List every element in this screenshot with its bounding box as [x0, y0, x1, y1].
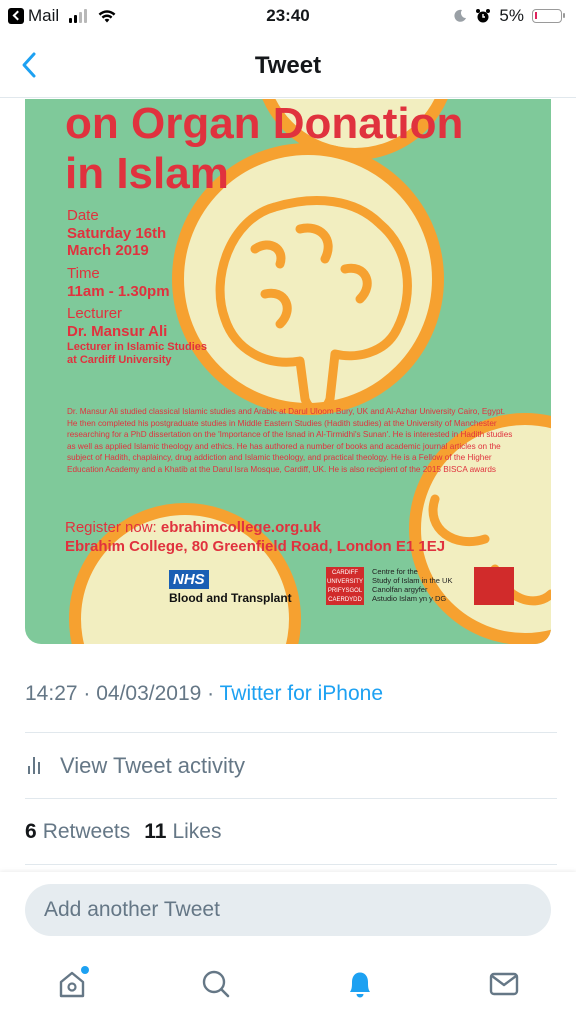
page-title: Tweet — [254, 52, 322, 79]
alarm-icon — [476, 9, 491, 23]
register-line: Register now: ebrahimcollege.org.uk — [65, 519, 321, 536]
retweets-count[interactable]: 6 — [25, 820, 37, 844]
nav-bar: Tweet — [0, 34, 576, 98]
register-prefix: Register now: — [65, 519, 161, 536]
poster-title-line-1: on Organ Donation — [65, 99, 464, 148]
engagement-counts: 6 Retweets 11 Likes — [25, 798, 557, 864]
date-value-1: Saturday 16th — [67, 225, 167, 242]
cardiff-centre-line-4: Astudio Islam yn y DG — [372, 594, 447, 603]
lecturer-role-1: Lecturer in Islamic Studies — [67, 341, 207, 353]
cardiff-logo-line-4: CAERDYDD — [328, 597, 362, 603]
cardiff-logo-line-3: PRIFYSGOL — [327, 588, 363, 594]
likes-count[interactable]: 11 — [144, 820, 166, 844]
cardiff-logo-line-2: UNIVERSITY — [326, 579, 363, 585]
nhs-subtitle: Blood and Transplant — [169, 591, 292, 605]
lecturer-name: Dr. Mansur Ali — [67, 323, 168, 340]
search-icon[interactable] — [196, 964, 236, 1004]
nhs-logo: NHS — [169, 570, 209, 589]
time-label: Time — [67, 265, 100, 282]
tab-bar — [0, 960, 576, 1008]
messages-icon[interactable] — [484, 964, 524, 1004]
poster-title: on Organ Donation in Islam — [65, 99, 463, 199]
battery-icon — [532, 9, 565, 23]
cardiff-centre-line-2: Study of Islam in the UK — [372, 576, 453, 585]
date-label: Date — [67, 207, 99, 224]
status-bar: Mail 23:40 5% — [0, 0, 576, 34]
bottom-panel: Add another Tweet — [0, 872, 576, 1024]
likes-label[interactable]: Likes — [172, 820, 221, 844]
poster-title-line-2: in Islam — [65, 149, 229, 198]
ebrahim-college-seal-logo — [474, 567, 514, 605]
timestamp-text: 14:27 · 04/03/2019 · — [25, 682, 220, 705]
moon-icon — [454, 9, 467, 22]
home-icon[interactable] — [52, 964, 92, 1004]
divider — [25, 864, 557, 865]
cardiff-logo-line-1: CARDIFF — [332, 570, 358, 576]
add-another-tweet-input[interactable]: Add another Tweet — [25, 884, 551, 936]
tweet-source-link[interactable]: Twitter for iPhone — [220, 682, 383, 705]
lecturer-bio: Dr. Mansur Ali studied classical Islamic… — [67, 407, 513, 474]
tweet-image[interactable]: on Organ Donation in Islam Date Saturday… — [25, 99, 551, 644]
cardiff-university-logo: CARDIFF UNIVERSITY PRIFYSGOL CAERDYDD — [326, 567, 364, 605]
view-tweet-activity-button[interactable]: View Tweet activity — [25, 732, 557, 798]
notifications-icon[interactable] — [340, 964, 380, 1004]
activity-label: View Tweet activity — [60, 752, 246, 778]
analytics-icon — [28, 757, 46, 774]
retweets-label[interactable]: Retweets — [43, 820, 131, 844]
register-url: ebrahimcollege.org.uk — [160, 519, 321, 536]
cardiff-centre-line-3: Canolfan argyfer — [372, 585, 428, 594]
battery-percent: 5% — [499, 6, 524, 25]
date-value-2: March 2019 — [67, 242, 149, 259]
cardiff-centre-text: Centre for the Study of Islam in the UK … — [372, 567, 452, 603]
lecturer-role-2: at Cardiff University — [67, 354, 172, 366]
tweet-timestamp: 14:27 · 04/03/2019 · Twitter for iPhone — [25, 682, 383, 706]
venue-address: Ebrahim College, 80 Greenfield Road, Lon… — [65, 538, 446, 555]
cardiff-centre-line-1: Centre for the — [372, 567, 418, 576]
lecturer-label: Lecturer — [67, 305, 123, 322]
time-value: 11am - 1.30pm — [67, 283, 170, 300]
